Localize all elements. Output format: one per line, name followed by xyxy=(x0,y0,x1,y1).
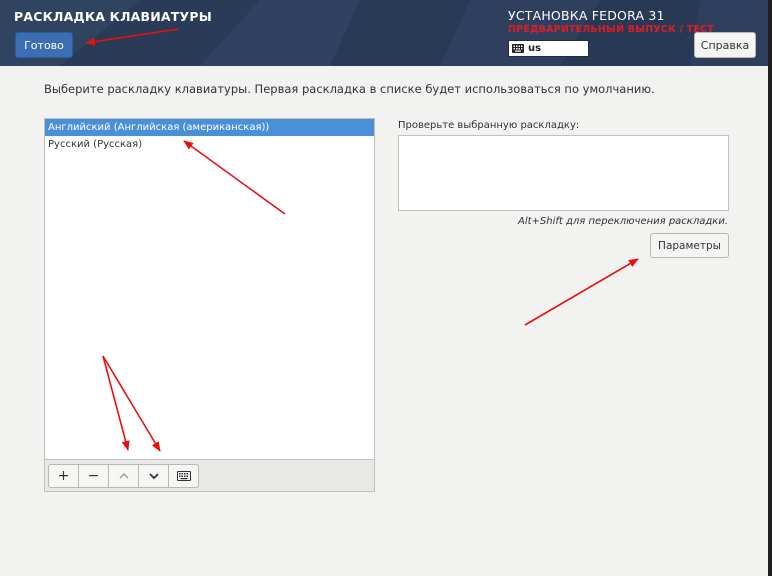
help-button[interactable]: Справка xyxy=(694,32,756,58)
remove-layout-button[interactable]: − xyxy=(78,464,109,488)
header-bar: РАСКЛАДКА КЛАВИАТУРЫ Готово УСТАНОВКА FE… xyxy=(0,0,772,66)
minus-icon: − xyxy=(87,468,100,484)
options-button[interactable]: Параметры xyxy=(650,233,729,258)
layout-list-toolbar: + − xyxy=(44,460,375,492)
prerelease-warning: ПРЕДВАРИТЕЛЬНЫЙ ВЫПУСК / ТЕСТ xyxy=(508,24,714,35)
arrow-to-options-button xyxy=(524,258,639,326)
chevron-up-icon xyxy=(118,472,129,479)
list-item-english[interactable]: Английский (Английская (американская)) xyxy=(45,119,374,136)
keyboard-layout-code: us xyxy=(528,43,542,54)
keyboard-icon xyxy=(512,44,524,53)
list-item-russian[interactable]: Русский (Русская) xyxy=(45,136,374,153)
layout-list[interactable]: Английский (Английская (американская)) Р… xyxy=(44,118,375,460)
product-title: УСТАНОВКА FEDORA 31 xyxy=(508,8,665,23)
preview-layout-button[interactable] xyxy=(168,464,199,488)
chevron-down-icon xyxy=(148,473,159,480)
page-title: РАСКЛАДКА КЛАВИАТУРЫ xyxy=(14,9,212,24)
done-button[interactable]: Готово xyxy=(15,32,73,58)
move-up-button[interactable] xyxy=(108,464,139,488)
instructions-text: Выберите раскладку клавиатуры. Первая ра… xyxy=(44,82,655,96)
add-layout-button[interactable]: + xyxy=(48,464,79,488)
window-edge xyxy=(768,0,772,576)
plus-icon: + xyxy=(57,468,70,484)
move-down-button[interactable] xyxy=(138,464,169,488)
test-layout-input[interactable] xyxy=(398,135,729,211)
keyboard-icon xyxy=(176,471,191,481)
test-layout-label: Проверьте выбранную раскладку: xyxy=(398,120,580,131)
layout-switch-hint: Alt+Shift для переключения раскладки. xyxy=(518,216,728,227)
keyboard-layout-indicator[interactable]: us xyxy=(508,40,589,57)
